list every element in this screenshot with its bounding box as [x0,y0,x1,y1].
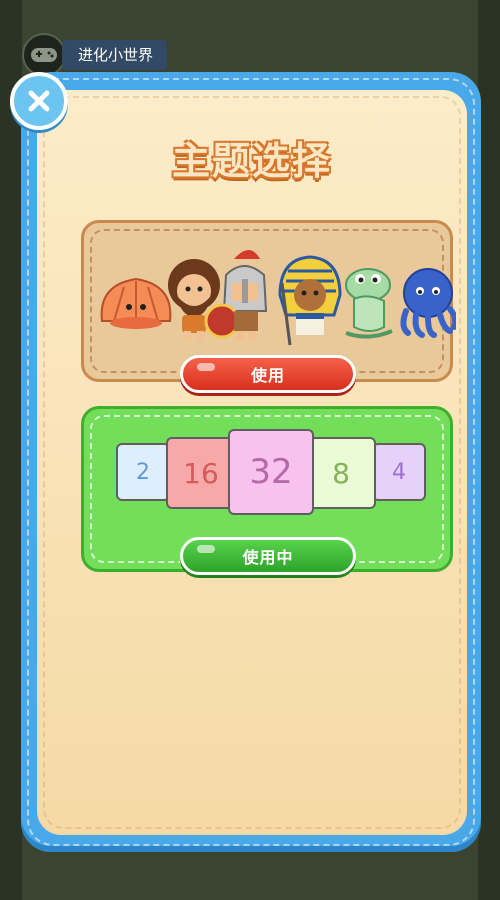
use-button-label: 使用 [250,366,285,385]
close-button[interactable] [10,72,68,130]
shell-character-icon [100,277,172,329]
button-shine [197,363,215,371]
dialog-title: 主题选择 [171,139,332,183]
use-theme-button[interactable]: 使用 [180,355,356,393]
tile-value: 16 [183,456,219,490]
tile-8: 8 [306,437,376,509]
tile-4: 4 [372,443,426,501]
tile-16: 16 [166,437,236,509]
tile-value: 4 [392,459,406,485]
pharaoh-character-icon [278,255,342,346]
tile-value: 32 [249,452,293,492]
theme-dialog: 主题选择 使用 2 16 32 8 4 使用中 [21,72,481,852]
theme-card-characters[interactable]: 使用 [81,220,456,393]
lizard-character-icon [345,268,393,339]
in-use-button-label: 使用中 [242,548,294,567]
gamepad-icon [31,48,57,62]
close-icon [28,90,50,112]
button-shine [197,545,215,553]
avatar [22,33,66,77]
tile-value: 8 [332,456,350,490]
theme-card-numbers[interactable]: 2 16 32 8 4 使用中 [81,406,453,575]
tile-2: 2 [116,443,170,501]
tile-value: 2 [136,459,150,485]
in-use-theme-button[interactable]: 使用中 [180,537,356,575]
player-name: 进化小世界 [62,40,168,70]
dialog-panel: 主题选择 使用 2 16 32 8 4 使用中 [37,90,467,835]
player-bar: 进化小世界 [22,33,202,77]
tile-32: 32 [228,429,314,515]
octopus-character-icon [400,268,456,338]
